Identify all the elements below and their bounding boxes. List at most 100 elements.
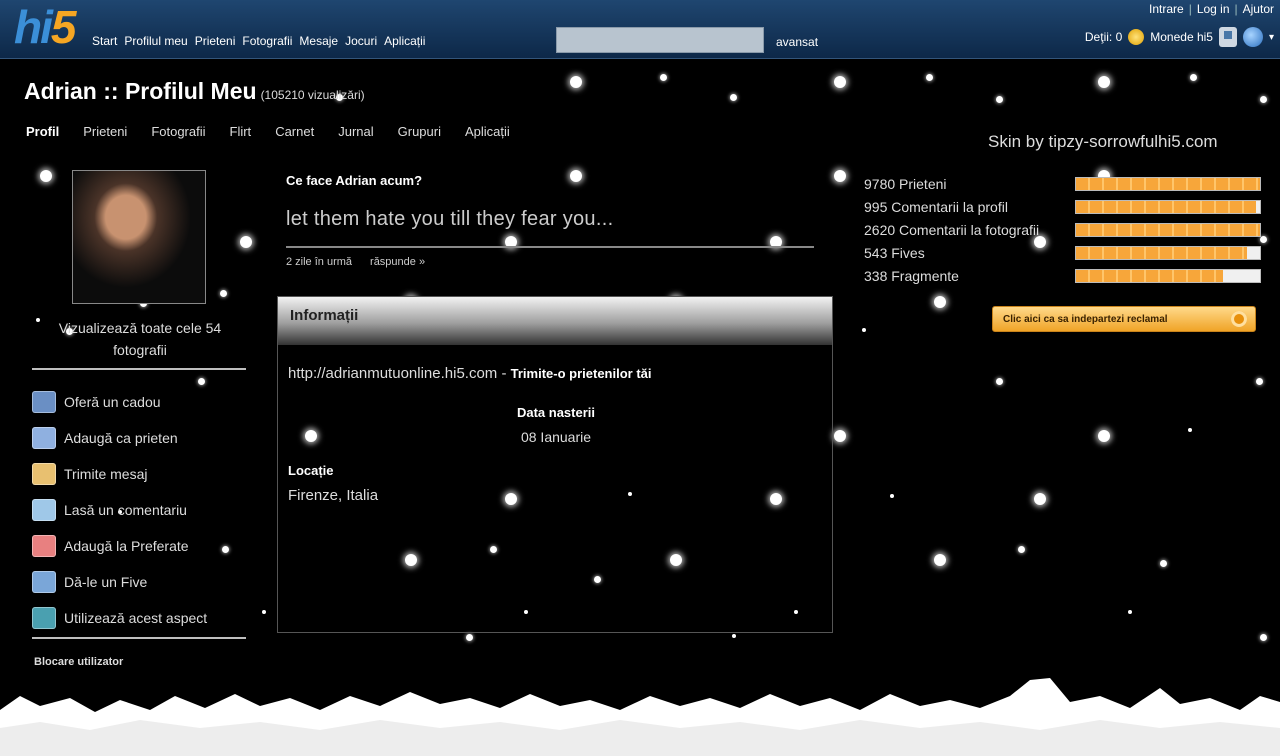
star-decoration <box>730 94 737 101</box>
profile-title-text: Adrian :: Profilul Meu <box>24 78 257 104</box>
shop-icon[interactable] <box>1218 27 1237 47</box>
star-decoration <box>1190 74 1197 81</box>
location-label: Locație <box>288 463 334 478</box>
stat-bar-fill <box>1076 269 1224 282</box>
top-bar: hi5 Start Profilul meu Prieteni Fotograf… <box>0 0 1280 59</box>
snow-ground-decoration <box>0 678 1280 756</box>
main-nav: Start Profilul meu Prieteni Fotografii M… <box>92 34 425 48</box>
tab-flirt[interactable]: Flirt <box>230 124 252 139</box>
tab-friends[interactable]: Prieteni <box>83 124 127 139</box>
tab-apps[interactable]: Aplicații <box>465 124 510 139</box>
tab-photos[interactable]: Fotografii <box>151 124 205 139</box>
reply-link[interactable]: răspunde » <box>370 256 425 268</box>
nav-games[interactable]: Jocuri <box>345 34 377 48</box>
remove-ads-button[interactable]: Clic aici ca sa indepartezi reclamal <box>992 306 1256 332</box>
separator: | <box>1234 2 1238 16</box>
leave-comment-action[interactable]: Lasă un comentariu <box>32 492 207 528</box>
logo-hi: hi <box>14 1 53 53</box>
star-decoration <box>834 76 846 88</box>
nav-my-profile[interactable]: Profilul meu <box>124 34 187 48</box>
arrow-icon <box>1231 311 1247 327</box>
stat-bar-fill <box>1076 223 1260 236</box>
coin-icon <box>1128 29 1145 45</box>
five-icon <box>32 571 56 593</box>
nav-messages[interactable]: Mesaje <box>299 34 338 48</box>
stat-label[interactable]: 9780 Prieteni <box>864 176 1075 192</box>
star-decoration <box>934 554 946 566</box>
birthdate-label: Data nasterii <box>516 405 596 420</box>
profile-actions: Oferă un cadou Adaugă ca prieten Trimite… <box>32 384 207 636</box>
add-friend-icon <box>32 427 56 449</box>
star-decoration <box>732 634 736 638</box>
tab-journal[interactable]: Jurnal <box>338 124 373 139</box>
remove-ads-label: Clic aici ca sa indepartezi reclamal <box>1003 313 1168 325</box>
star-decoration <box>934 296 946 308</box>
log-in-link[interactable]: Log in <box>1197 2 1230 16</box>
star-decoration <box>40 170 52 182</box>
action-label: Lasă un comentariu <box>64 502 187 518</box>
nav-start[interactable]: Start <box>92 34 117 48</box>
profile-url: http://adrianmutuonline.hi5.com - Trimit… <box>288 365 652 382</box>
stat-bar-fill <box>1076 177 1260 190</box>
profile-tabs: Profil Prieteni Fotografii Flirt Carnet … <box>26 124 510 139</box>
star-decoration <box>240 236 252 248</box>
stat-row: 543 Fives <box>864 241 1261 264</box>
star-decoration <box>834 170 846 182</box>
add-friend-action[interactable]: Adaugă ca prieten <box>32 420 207 456</box>
stat-label[interactable]: 995 Comentarii la profil <box>864 199 1075 215</box>
avatar[interactable] <box>72 170 206 304</box>
stat-label[interactable]: 543 Fives <box>864 245 1075 261</box>
nav-friends[interactable]: Prieteni <box>195 34 236 48</box>
stat-bar <box>1075 245 1261 260</box>
star-decoration <box>1160 560 1167 567</box>
chevron-down-icon[interactable]: ▾ <box>1269 32 1274 43</box>
star-decoration <box>1260 96 1267 103</box>
star-decoration <box>1260 236 1267 243</box>
use-skin-action[interactable]: Utilizează acest aspect <box>32 600 207 636</box>
advanced-search-link[interactable]: avansat <box>776 35 818 49</box>
add-favorites-action[interactable]: Adaugă la Preferate <box>32 528 207 564</box>
send-to-friends-link[interactable]: Trimite-o prietenilor tăi <box>511 366 652 381</box>
search-input[interactable] <box>556 27 764 53</box>
nav-photos[interactable]: Fotografii <box>242 34 292 48</box>
globe-icon[interactable] <box>1242 27 1263 47</box>
star-decoration <box>1260 634 1267 641</box>
tab-notebook[interactable]: Carnet <box>275 124 314 139</box>
profile-url-link[interactable]: http://adrianmutuonline.hi5.com <box>288 365 497 382</box>
coins-link[interactable]: Monede hi5 <box>1150 30 1213 44</box>
send-message-action[interactable]: Trimite mesaj <box>32 456 207 492</box>
page-title: Adrian :: Profilul Meu (105210 vizualizăr… <box>24 78 365 105</box>
give-gift-action[interactable]: Oferă un cadou <box>32 384 207 420</box>
envelope-icon <box>32 463 56 485</box>
nav-apps[interactable]: Aplicații <box>384 34 425 48</box>
location-value: Firenze, Italia <box>288 487 379 504</box>
action-label: Adaugă la Preferate <box>64 538 189 554</box>
action-label: Utilizează acest aspect <box>64 610 208 626</box>
gift-icon <box>32 391 56 413</box>
logo-five: 5 <box>50 1 77 53</box>
account-links: Intrare | Log in | Ajutor <box>1149 2 1274 16</box>
sign-in-link[interactable]: Intrare <box>1149 2 1184 16</box>
star-decoration <box>660 74 667 81</box>
divider <box>32 637 246 639</box>
stat-bar-fill <box>1076 200 1257 213</box>
info-panel: Informații http://adrianmutuonline.hi5.c… <box>277 296 833 633</box>
star-decoration <box>570 170 582 182</box>
star-decoration <box>1018 546 1025 553</box>
skin-credit[interactable]: Skin by tipzy-sorrowfulhi5.com <box>988 132 1218 152</box>
stat-label[interactable]: 338 Fragmente <box>864 268 1075 284</box>
status-question: Ce face Adrian acum? <box>286 173 423 188</box>
tab-profile[interactable]: Profil <box>26 124 59 139</box>
tab-groups[interactable]: Grupuri <box>398 124 441 139</box>
stat-row: 338 Fragmente <box>864 264 1261 287</box>
block-user-link[interactable]: Blocare utilizator <box>34 656 123 668</box>
stat-label[interactable]: 2620 Comentarii la fotografii <box>864 222 1075 238</box>
star-decoration <box>222 546 229 553</box>
help-link[interactable]: Ajutor <box>1243 2 1274 16</box>
owned-coins: Deţii: 0 <box>1084 30 1123 44</box>
view-all-photos-link[interactable]: Vizualizează toate cele 54 fotografii <box>40 317 240 361</box>
give-five-action[interactable]: Dă-le un Five <box>32 564 207 600</box>
stat-bar <box>1075 222 1261 237</box>
action-label: Oferă un cadou <box>64 394 161 410</box>
hi5-logo[interactable]: hi5 <box>14 1 77 53</box>
